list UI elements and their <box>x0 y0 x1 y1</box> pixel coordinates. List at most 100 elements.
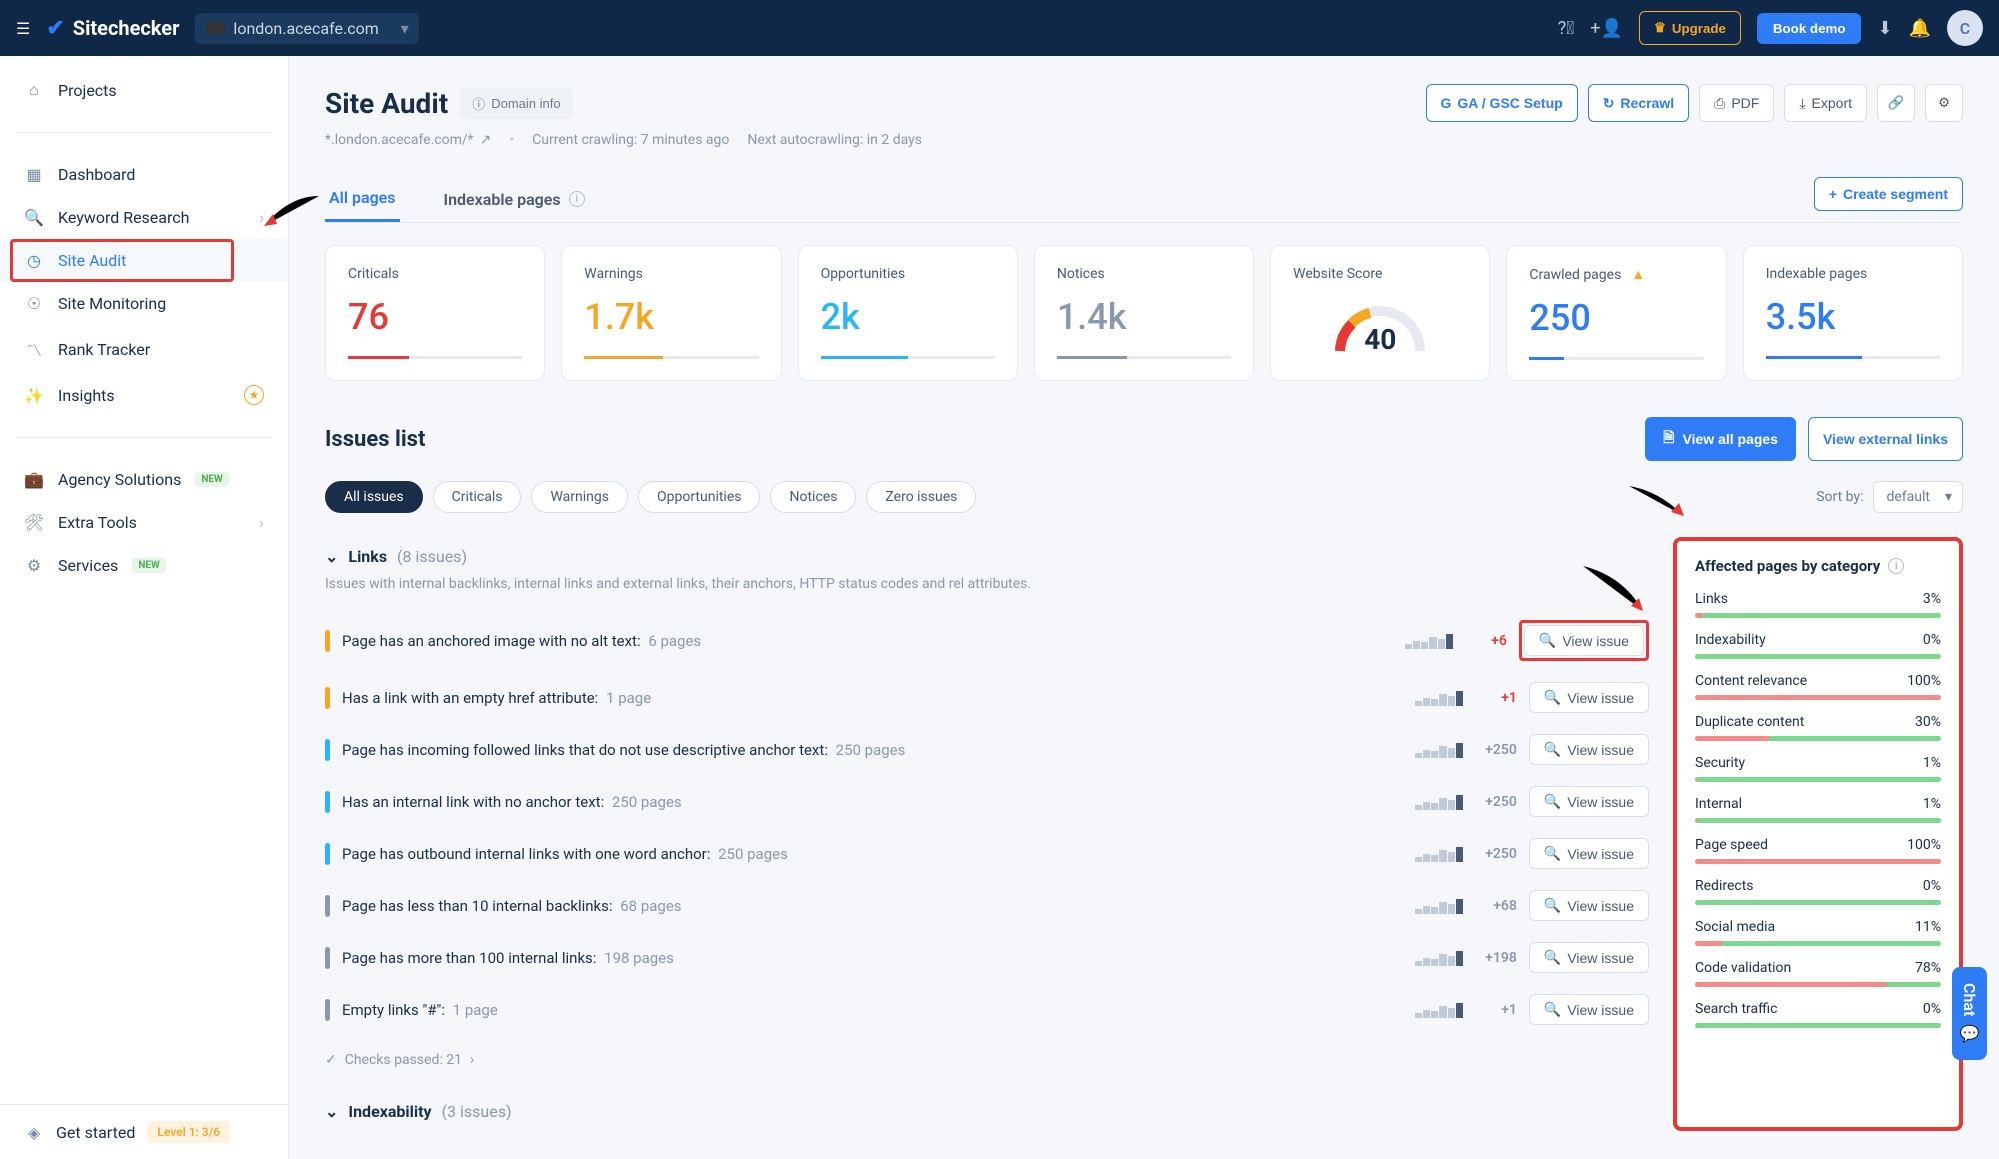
category-row[interactable]: Code validation78% <box>1695 960 1941 987</box>
view-issue-button[interactable]: 🔍View issue <box>1529 838 1649 869</box>
view-all-pages-button[interactable]: 🗎 View all pages <box>1645 417 1796 461</box>
stat-card-website_score[interactable]: Website Score 40 <box>1270 245 1490 381</box>
category-row[interactable]: Search traffic0% <box>1695 1001 1941 1028</box>
sidebar-item-services[interactable]: ⚙ Services NEW <box>0 544 288 587</box>
category-row[interactable]: Social media11% <box>1695 919 1941 946</box>
export-icon: ⤓ <box>1799 95 1805 112</box>
issue-row: Page has incoming followed links that do… <box>325 724 1649 776</box>
recrawl-button[interactable]: ↻ Recrawl <box>1588 84 1689 122</box>
ga-gsc-button[interactable]: G GA / GSC Setup <box>1426 84 1578 122</box>
stat-card-indexable[interactable]: Indexable pages 3.5k <box>1743 245 1963 381</box>
pdf-button[interactable]: ⎙ PDF <box>1699 84 1774 122</box>
chevron-right-icon: › <box>259 513 264 532</box>
domain-link[interactable]: *.london.acecafe.com/* ↗ <box>325 132 491 148</box>
filter-all-issues[interactable]: All issues <box>325 481 423 513</box>
category-row[interactable]: Page speed100% <box>1695 837 1941 864</box>
sidebar-item-extra-tools[interactable]: 🛠 Extra Tools › <box>0 501 288 544</box>
logo-icon: ✔ <box>46 16 64 41</box>
category-row[interactable]: Content relevance100% <box>1695 673 1941 700</box>
issues-title: Issues list <box>325 427 425 452</box>
gauge-icon: ◷ <box>24 251 44 270</box>
view-issue-button[interactable]: 🔍View issue <box>1524 625 1644 656</box>
domain-text: london.acecafe.com <box>233 19 378 38</box>
google-icon: G <box>1441 95 1452 111</box>
sidebar-item-keyword-research[interactable]: 🔍 Keyword Research › <box>0 196 288 239</box>
crown-icon: ♛ <box>1654 20 1666 36</box>
book-demo-button[interactable]: Book demo <box>1757 13 1862 44</box>
view-issue-button[interactable]: 🔍View issue <box>1529 942 1649 973</box>
view-external-links-button[interactable]: View external links <box>1808 417 1963 461</box>
filter-criticals[interactable]: Criticals <box>433 481 522 513</box>
share-button[interactable]: 🔗 <box>1877 84 1915 122</box>
sidebar-item-site-audit[interactable]: ◷ Site Audit <box>0 239 288 282</box>
view-issue-button[interactable]: 🔍View issue <box>1529 682 1649 713</box>
view-issue-button[interactable]: 🔍View issue <box>1529 734 1649 765</box>
issue-row: Page has outbound internal links with on… <box>325 828 1649 880</box>
issue-row: Page has an anchored image with no alt t… <box>325 610 1649 672</box>
sidebar-item-projects[interactable]: ⌂ Projects <box>0 68 288 112</box>
view-issue-button[interactable]: 🔍View issue <box>1529 786 1649 817</box>
view-issue-button[interactable]: 🔍View issue <box>1529 890 1649 921</box>
stat-card-crawled[interactable]: Crawled pages▲ 250 <box>1506 245 1726 381</box>
dashboard-icon: ▦ <box>24 165 44 184</box>
category-row[interactable]: Redirects0% <box>1695 878 1941 905</box>
category-row[interactable]: Internal1% <box>1695 796 1941 823</box>
sidebar-footer[interactable]: ◈ Get started Level 1: 3/6 <box>0 1104 288 1159</box>
domain-info-button[interactable]: ⓘ Domain info <box>460 88 572 119</box>
export-button[interactable]: ⤓ Export <box>1784 84 1867 122</box>
mini-chart <box>1415 1002 1463 1018</box>
stat-card-opportunities[interactable]: Opportunities 2k <box>798 245 1018 381</box>
category-row[interactable]: Security1% <box>1695 755 1941 782</box>
upgrade-button[interactable]: ♛ Upgrade <box>1639 11 1741 45</box>
settings-button[interactable]: ⚙ <box>1925 84 1963 122</box>
sidebar-item-insights[interactable]: ✨ Insights ★ <box>0 373 288 417</box>
hamburger-icon[interactable]: ☰ <box>16 19 30 38</box>
view-issue-button[interactable]: 🔍View issue <box>1529 994 1649 1025</box>
group-links-desc: Issues with internal backlinks, internal… <box>325 576 1649 592</box>
issue-text: Page has an anchored image with no alt t… <box>342 632 1393 650</box>
filter-notices[interactable]: Notices <box>770 481 856 513</box>
issue-text: Page has less than 10 internal backlinks… <box>342 897 1403 915</box>
sidebar-item-rank-tracker[interactable]: 〽 Rank Tracker <box>0 325 288 373</box>
filter-warnings[interactable]: Warnings <box>531 481 628 513</box>
sort-select[interactable]: default ▾ <box>1873 481 1963 513</box>
filter-zero-issues[interactable]: Zero issues <box>866 481 976 513</box>
tab-indexable-pages[interactable]: Indexable pages i <box>440 178 589 221</box>
services-icon: ⚙ <box>24 556 44 575</box>
delta-value: +6 <box>1465 633 1507 649</box>
stat-card-warnings[interactable]: Warnings 1.7k <box>561 245 781 381</box>
monitor-icon: ☉ <box>24 294 44 313</box>
add-user-icon[interactable]: +👤 <box>1590 18 1623 39</box>
domain-selector[interactable]: london.acecafe.com <box>195 13 418 44</box>
filter-opportunities[interactable]: Opportunities <box>638 481 761 513</box>
sidebar-item-agency[interactable]: 💼 Agency Solutions NEW <box>0 458 288 501</box>
sidebar-item-site-monitoring[interactable]: ☉ Site Monitoring <box>0 282 288 325</box>
brand-logo[interactable]: ✔ Sitechecker <box>46 16 179 41</box>
delta-value: +250 <box>1475 742 1517 758</box>
search-icon: 🔍 <box>1544 897 1561 914</box>
sidebar-item-dashboard[interactable]: ▦ Dashboard <box>0 153 288 196</box>
stat-card-notices[interactable]: Notices 1.4k <box>1034 245 1254 381</box>
issue-text: Has an internal link with no anchor text… <box>342 793 1403 811</box>
gear-icon: ⚙ <box>1938 95 1950 111</box>
briefcase-icon: 💼 <box>24 470 44 489</box>
bell-icon[interactable]: 🔔 <box>1909 18 1931 39</box>
chevron-down-icon: ⌄ <box>325 547 338 566</box>
chevron-right-icon: › <box>470 1052 474 1068</box>
download-icon[interactable]: ⬇ <box>1877 18 1892 39</box>
tab-all-pages[interactable]: All pages <box>325 176 400 222</box>
category-row[interactable]: Duplicate content30% <box>1695 714 1941 741</box>
help-icon[interactable]: ?⃝ <box>1558 18 1575 39</box>
group-indexability-header[interactable]: ⌄ Indexability (3 issues) <box>325 1092 1649 1131</box>
info-icon: ⓘ <box>472 94 485 113</box>
create-segment-button[interactable]: + Create segment <box>1814 177 1963 211</box>
chat-button[interactable]: Chat 💬 <box>1952 967 1987 1060</box>
main-content: Site Audit ⓘ Domain info G GA / GSC Setu… <box>289 56 1999 1159</box>
category-row[interactable]: Links3% <box>1695 591 1941 618</box>
info-icon: i <box>569 191 585 207</box>
group-links-header[interactable]: ⌄ Links (8 issues) <box>325 537 1649 576</box>
avatar[interactable]: C <box>1947 10 1983 46</box>
diamond-icon: ◈ <box>24 1123 44 1142</box>
stat-card-criticals[interactable]: Criticals 76 <box>325 245 545 381</box>
category-row[interactable]: Indexability0% <box>1695 632 1941 659</box>
